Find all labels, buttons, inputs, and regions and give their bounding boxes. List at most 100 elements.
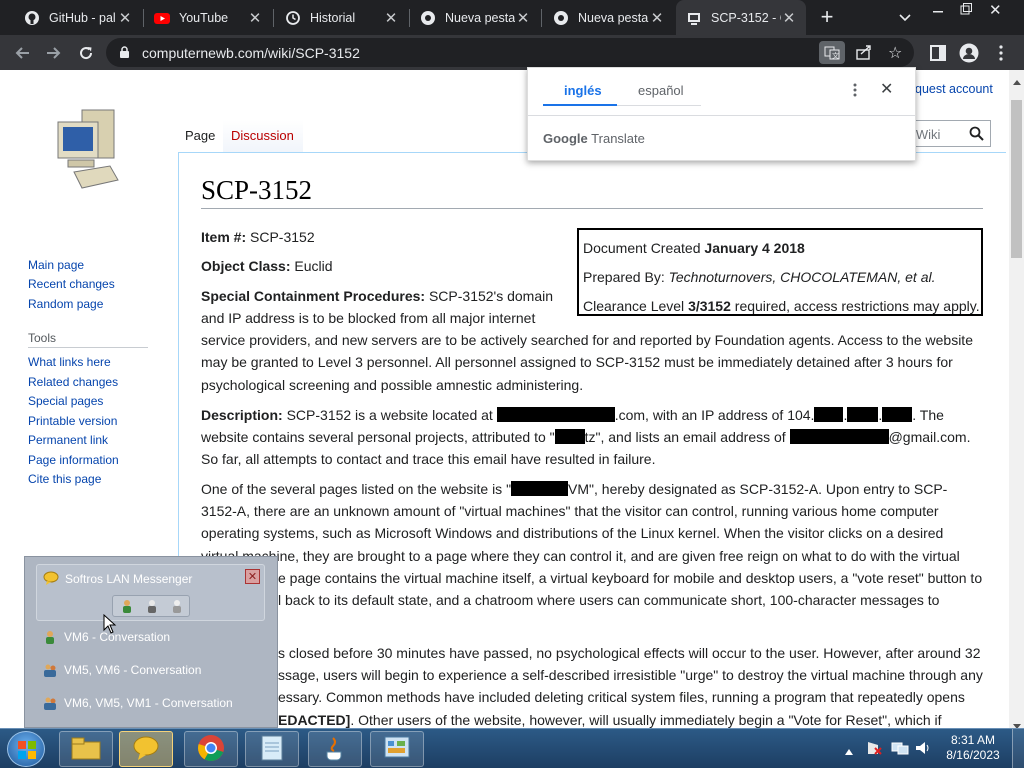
restore-button[interactable] — [958, 2, 974, 16]
show-hidden-icons[interactable] — [845, 743, 853, 758]
sidebar-item-printable-version[interactable]: Printable version — [28, 414, 117, 428]
sidebar-item-permanent-link[interactable]: Permanent link — [28, 433, 108, 447]
close-window-button[interactable]: ✕ — [989, 1, 1005, 19]
new-tab-button[interactable]: + — [815, 4, 839, 29]
clock-date: 8/16/2023 — [946, 748, 1000, 762]
kebab-menu-icon[interactable] — [988, 40, 1014, 66]
minimize-button[interactable] — [930, 3, 946, 17]
chevron-down-icon[interactable] — [896, 9, 914, 27]
status-offline-button[interactable] — [166, 598, 188, 614]
profile-icon[interactable] — [956, 40, 982, 66]
object-class: Object Class: Euclid — [201, 258, 333, 274]
text-line: essary. Common methods have included del… — [278, 689, 965, 705]
tab-scp-3152[interactable]: SCP-3152 - C ✕ — [676, 0, 806, 35]
status-away-button[interactable] — [141, 598, 163, 614]
bookmark-star-icon[interactable]: ☆ — [888, 43, 902, 63]
chrome-icon — [553, 10, 569, 26]
close-icon[interactable]: ✕ — [383, 10, 399, 27]
divider — [617, 105, 701, 106]
back-button[interactable] — [9, 40, 35, 66]
close-icon[interactable]: ✕ — [880, 79, 893, 99]
text-line: ssage, users will begin to experience a … — [278, 667, 983, 683]
address-bar[interactable]: computernewb.com/wiki/SCP-3152 文 ☆ — [106, 38, 914, 67]
sidebar-item-random-page[interactable]: Random page — [28, 297, 103, 311]
history-icon — [285, 10, 301, 26]
messenger-icon — [43, 571, 59, 588]
youtube-icon — [154, 10, 170, 26]
close-icon[interactable]: ✕ — [515, 10, 531, 27]
tab-github[interactable]: GitHub - pal ✕ — [14, 0, 142, 35]
close-icon[interactable]: ✕ — [117, 10, 133, 27]
close-icon[interactable]: ✕ — [649, 10, 665, 27]
sidebar-item-main-page[interactable]: Main page — [28, 258, 84, 272]
divider — [28, 347, 148, 348]
sidebar-item-recent-changes[interactable]: Recent changes — [28, 277, 115, 291]
windows-icon — [18, 741, 36, 762]
text-line: One of the several pages listed on the w… — [201, 481, 948, 497]
taskbar-explorer[interactable] — [59, 731, 113, 767]
action-center-icon[interactable] — [866, 740, 882, 759]
taskbar-softros-messenger[interactable] — [119, 731, 173, 767]
request-account-link[interactable]: quest account — [915, 82, 993, 96]
taskbar-control-panel[interactable] — [370, 731, 424, 767]
folder-icon — [71, 736, 101, 763]
svg-text:文: 文 — [832, 51, 839, 60]
taskbar-chrome[interactable] — [184, 731, 238, 767]
sidebar-item-what-links-here[interactable]: What links here — [28, 355, 111, 369]
taskbar-java[interactable] — [308, 731, 362, 767]
taskbar-notepad[interactable] — [245, 731, 299, 767]
conversation-item[interactable]: VM5, VM6 - Conversation — [43, 663, 201, 677]
show-desktop-button[interactable] — [1012, 729, 1024, 768]
tab-discussion[interactable]: Discussion — [223, 120, 303, 152]
scrollbar-thumb[interactable] — [1011, 100, 1022, 258]
chrome-icon — [420, 10, 436, 26]
close-icon[interactable]: ✕ — [781, 10, 797, 27]
sidebar-item-cite-this-page[interactable]: Cite this page — [28, 472, 101, 486]
containment-procedures: Special Containment Procedures: SCP-3152… — [201, 288, 554, 304]
scroll-up-icon[interactable] — [1013, 73, 1021, 88]
network-icon[interactable] — [891, 740, 909, 759]
tab-nueva-pestana-2[interactable]: Nueva pesta ✕ — [543, 0, 674, 35]
text-line: So far, all attempts to contact and trac… — [201, 451, 656, 467]
search-icon[interactable] — [969, 126, 984, 144]
messenger-header: Softros LAN Messenger ✕ — [36, 564, 265, 621]
java-icon — [322, 734, 348, 765]
group-icon — [44, 697, 56, 710]
clock-time: 8:31 AM — [950, 733, 996, 747]
page-scrollbar[interactable] — [1009, 70, 1024, 729]
mouse-cursor — [103, 613, 117, 637]
side-panel-icon[interactable] — [925, 40, 951, 66]
sidebar-item-page-information[interactable]: Page information — [28, 453, 119, 467]
tab-nueva-pestana-1[interactable]: Nueva pestañ ✕ — [410, 0, 540, 35]
translate-lang-to[interactable]: español — [638, 83, 684, 98]
close-icon[interactable]: ✕ — [247, 10, 263, 27]
sidebar-item-special-pages[interactable]: Special pages — [28, 394, 103, 408]
tab-youtube[interactable]: YouTube ✕ — [144, 0, 272, 35]
lock-icon[interactable] — [119, 46, 130, 62]
messenger-icon — [132, 735, 160, 764]
tab-historial[interactable]: Historial ✕ — [275, 0, 408, 35]
translate-icon[interactable]: 文 — [819, 41, 845, 64]
translate-lang-from[interactable]: inglés — [564, 83, 602, 98]
status-available-button[interactable] — [116, 598, 138, 614]
forward-button[interactable] — [41, 40, 67, 66]
volume-icon[interactable] — [915, 740, 931, 759]
text-line: s closed before 30 minutes have passed, … — [278, 645, 981, 661]
taskbar: 8:31 AM 8/16/2023 — [0, 728, 1024, 768]
close-button[interactable]: ✕ — [245, 569, 260, 584]
browser-toolbar: computernewb.com/wiki/SCP-3152 文 ☆ — [0, 35, 1024, 70]
reload-button[interactable] — [73, 40, 99, 66]
tab-strip: GitHub - pal ✕ YouTube ✕ Historial ✕ Nue… — [0, 0, 1024, 35]
share-icon[interactable] — [856, 44, 872, 63]
status-buttons — [112, 595, 190, 617]
conversation-item[interactable]: VM6, VM5, VM1 - Conversation — [43, 696, 233, 710]
chrome-icon — [197, 734, 225, 765]
wiki-logo[interactable] — [52, 108, 122, 192]
sidebar-item-related-changes[interactable]: Related changes — [28, 375, 118, 389]
messenger-title: Softros LAN Messenger — [65, 572, 193, 586]
start-button[interactable] — [7, 731, 45, 767]
clock[interactable]: 8:31 AM 8/16/2023 — [940, 733, 1006, 763]
text-line: operating systems, such as Microsoft Win… — [201, 525, 944, 541]
tab-page[interactable]: Page — [178, 120, 223, 152]
more-options-icon[interactable] — [853, 83, 857, 100]
